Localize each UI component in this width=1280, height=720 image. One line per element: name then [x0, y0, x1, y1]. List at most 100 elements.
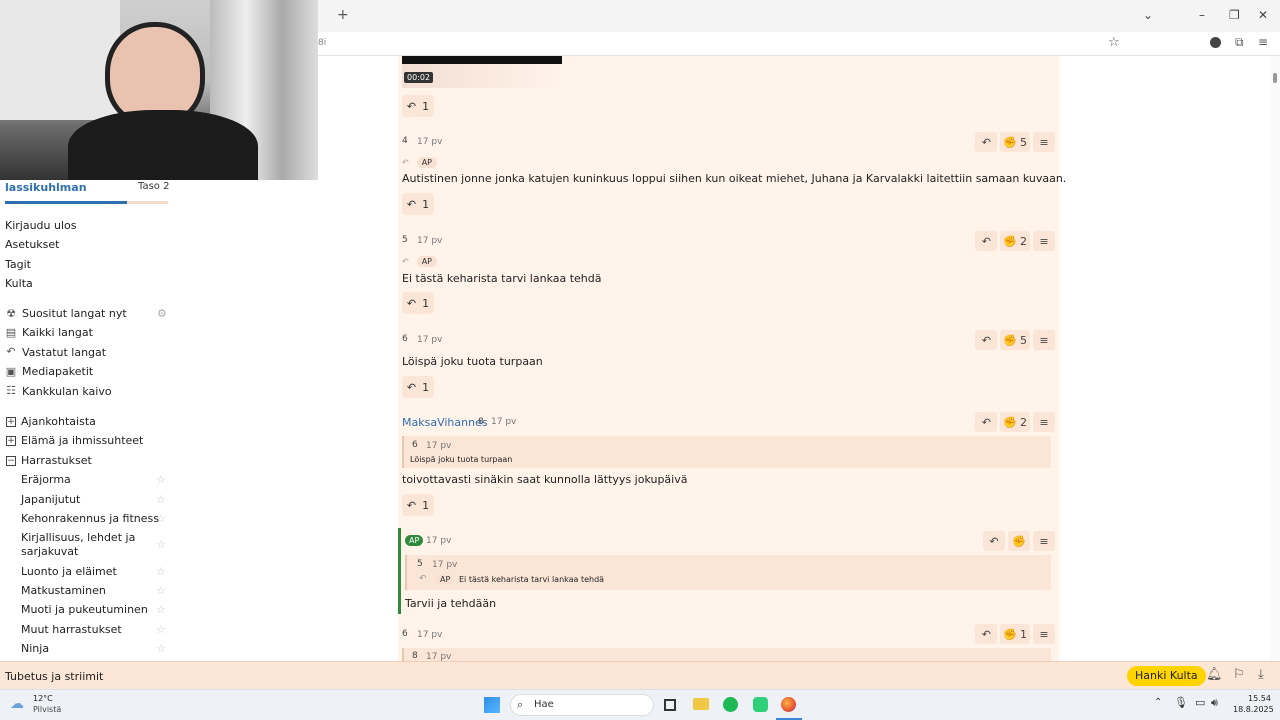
- network-icon[interactable]: ▭: [1195, 696, 1205, 709]
- post-menu-button[interactable]: ≡: [1033, 531, 1055, 551]
- extensions-icon[interactable]: ⧉: [1235, 35, 1244, 50]
- category-elama[interactable]: Elämä ja ihmissuhteet: [21, 434, 143, 447]
- notifications-bell-icon[interactable]: 🔔︎: [1206, 667, 1223, 682]
- reply-count-button[interactable]: ↶ 1: [402, 376, 434, 398]
- settings-link[interactable]: Asetukset: [5, 238, 60, 251]
- subcategory-item[interactable]: Kehonrakennus ja fitness: [21, 512, 159, 525]
- ap-reference[interactable]: ↶ AP: [402, 155, 437, 169]
- gold-link[interactable]: Kulta: [5, 277, 33, 290]
- post-menu-button[interactable]: ≡: [1033, 412, 1055, 432]
- webcam-overlay: [0, 0, 318, 180]
- category-ajankohtaista[interactable]: Ajankohtaista: [21, 415, 96, 428]
- close-icon[interactable]: ✕: [1258, 8, 1268, 22]
- username[interactable]: lassikuhlman: [5, 181, 87, 194]
- subcategory-item[interactable]: Kirjallisuus, lehdet ja sarjakuvat: [21, 531, 141, 559]
- spotify-icon[interactable]: [723, 697, 738, 712]
- windows-start-icon[interactable]: [484, 697, 500, 713]
- star-icon[interactable]: ☆: [156, 538, 166, 551]
- post-menu-button[interactable]: ≡: [1033, 330, 1055, 350]
- minimize-icon[interactable]: –: [1199, 8, 1205, 22]
- profile-icon[interactable]: [1210, 37, 1221, 48]
- reply-count-button[interactable]: ↶ 1: [402, 95, 434, 117]
- restore-icon[interactable]: ❐: [1229, 8, 1240, 22]
- post-number: 4: [402, 136, 408, 146]
- video-thumbnail[interactable]: [402, 56, 562, 64]
- reply-button[interactable]: ↶: [975, 330, 998, 350]
- clock-time[interactable]: 15.54: [1248, 694, 1271, 703]
- expand-icon[interactable]: +: [6, 436, 16, 446]
- app-icon[interactable]: [753, 697, 768, 712]
- subcategory-item[interactable]: Luonto ja eläimet: [21, 565, 117, 578]
- menu-icon[interactable]: ≡: [1258, 35, 1268, 49]
- upvote-button[interactable]: ✊ 5: [1000, 330, 1030, 350]
- reply-button[interactable]: ↶: [975, 412, 998, 432]
- tags-link[interactable]: Tagit: [5, 258, 31, 271]
- new-tab-button[interactable]: +: [337, 7, 349, 23]
- post-menu-button[interactable]: ≡: [1033, 132, 1055, 152]
- star-icon[interactable]: ☆: [156, 493, 166, 506]
- subcategory-item[interactable]: Muoti ja pukeutuminen: [21, 603, 148, 616]
- star-icon[interactable]: ☆: [156, 565, 166, 578]
- reply-button[interactable]: ↶: [975, 231, 998, 251]
- tray-chevron-icon[interactable]: ⌃: [1154, 697, 1162, 708]
- star-icon[interactable]: ☆: [156, 584, 166, 597]
- scrollbar-thumb[interactable]: [1273, 73, 1277, 83]
- star-icon[interactable]: ☆: [156, 603, 166, 616]
- star-icon[interactable]: ☆: [156, 623, 166, 636]
- scrollbar[interactable]: [1270, 56, 1280, 661]
- post-author[interactable]: MaksaVihannes: [402, 416, 488, 429]
- quoted-post[interactable]: 8 17 pv: [402, 648, 1051, 661]
- subcategory-item[interactable]: Muut harrastukset: [21, 623, 122, 636]
- menu-icon: ≡: [1039, 333, 1049, 347]
- nav-popular-threads[interactable]: Suositut langat nyt: [22, 307, 127, 320]
- quoted-post[interactable]: 5 17 pv ↶ AP Ei tästä keharista tarvi la…: [405, 555, 1051, 590]
- reply-button[interactable]: ↶: [975, 132, 998, 152]
- reply-button[interactable]: ↶: [975, 624, 998, 644]
- star-icon[interactable]: ☆: [156, 473, 166, 486]
- fire-icon: ☢: [6, 307, 16, 320]
- post-time: 17 pv: [417, 335, 443, 345]
- volume-icon[interactable]: 🔊︎: [1211, 696, 1218, 710]
- gear-icon[interactable]: ⚙: [157, 307, 167, 320]
- collapse-icon[interactable]: −: [6, 456, 16, 466]
- upvote-button[interactable]: ✊ 1: [1000, 624, 1030, 644]
- firefox-icon[interactable]: [781, 697, 796, 712]
- quoted-post[interactable]: 6 17 pv Löispä joku tuota turpaan: [402, 436, 1051, 468]
- subcategory-item[interactable]: Matkustaminen: [21, 584, 106, 597]
- logout-link[interactable]: Kirjaudu ulos: [5, 219, 77, 232]
- upvote-button[interactable]: ✊ 5: [1000, 132, 1030, 152]
- reply-count-button[interactable]: ↶ 1: [402, 494, 434, 516]
- category-tubetus[interactable]: Tubetus ja striimit: [5, 670, 103, 683]
- nav-kankkulan-kaivo[interactable]: Kankkulan kaivo: [22, 385, 112, 398]
- upvote-button[interactable]: ✊: [1008, 531, 1030, 551]
- nav-all-threads[interactable]: Kaikki langat: [22, 326, 93, 339]
- microphone-icon[interactable]: 🎙︎: [1174, 696, 1188, 709]
- reply-count-button[interactable]: ↶ 1: [402, 193, 434, 215]
- bookmark-icon[interactable]: ⚐: [1233, 667, 1245, 682]
- task-view-icon[interactable]: [664, 699, 676, 711]
- list-icon: ▤: [5, 326, 17, 339]
- upvote-button[interactable]: ✊ 2: [1000, 231, 1030, 251]
- nav-media-packs[interactable]: Mediapaketit: [22, 365, 93, 378]
- taskbar-search[interactable]: ⌕ Hae: [510, 694, 654, 716]
- category-harrastukset[interactable]: Harrastukset: [21, 454, 92, 467]
- post-menu-button[interactable]: ≡: [1033, 231, 1055, 251]
- reply-count-button[interactable]: ↶ 1: [402, 292, 434, 314]
- star-icon[interactable]: ☆: [156, 512, 166, 525]
- reply-button[interactable]: ↶: [983, 531, 1005, 551]
- subcategory-item[interactable]: Eräjorma: [21, 473, 71, 486]
- buy-gold-button[interactable]: Hanki Kulta: [1127, 666, 1206, 686]
- nav-answered-threads[interactable]: Vastatut langat: [22, 346, 106, 359]
- star-icon[interactable]: ☆: [156, 642, 166, 655]
- subcategory-item[interactable]: Ninja: [21, 642, 49, 655]
- subcategory-item[interactable]: Japanijutut: [21, 493, 80, 506]
- post-menu-button[interactable]: ≡: [1033, 624, 1055, 644]
- expand-icon[interactable]: +: [6, 417, 16, 427]
- upvote-button[interactable]: ✊ 2: [1000, 412, 1030, 432]
- clock-date[interactable]: 18.8.2025: [1233, 705, 1274, 714]
- bookmark-star-icon[interactable]: ☆: [1108, 35, 1120, 50]
- download-icon[interactable]: ⤓: [1258, 667, 1264, 682]
- file-explorer-icon[interactable]: [693, 698, 709, 710]
- tab-list-chevron-icon[interactable]: ⌄: [1143, 8, 1153, 22]
- ap-reference[interactable]: ↶ AP: [402, 254, 437, 268]
